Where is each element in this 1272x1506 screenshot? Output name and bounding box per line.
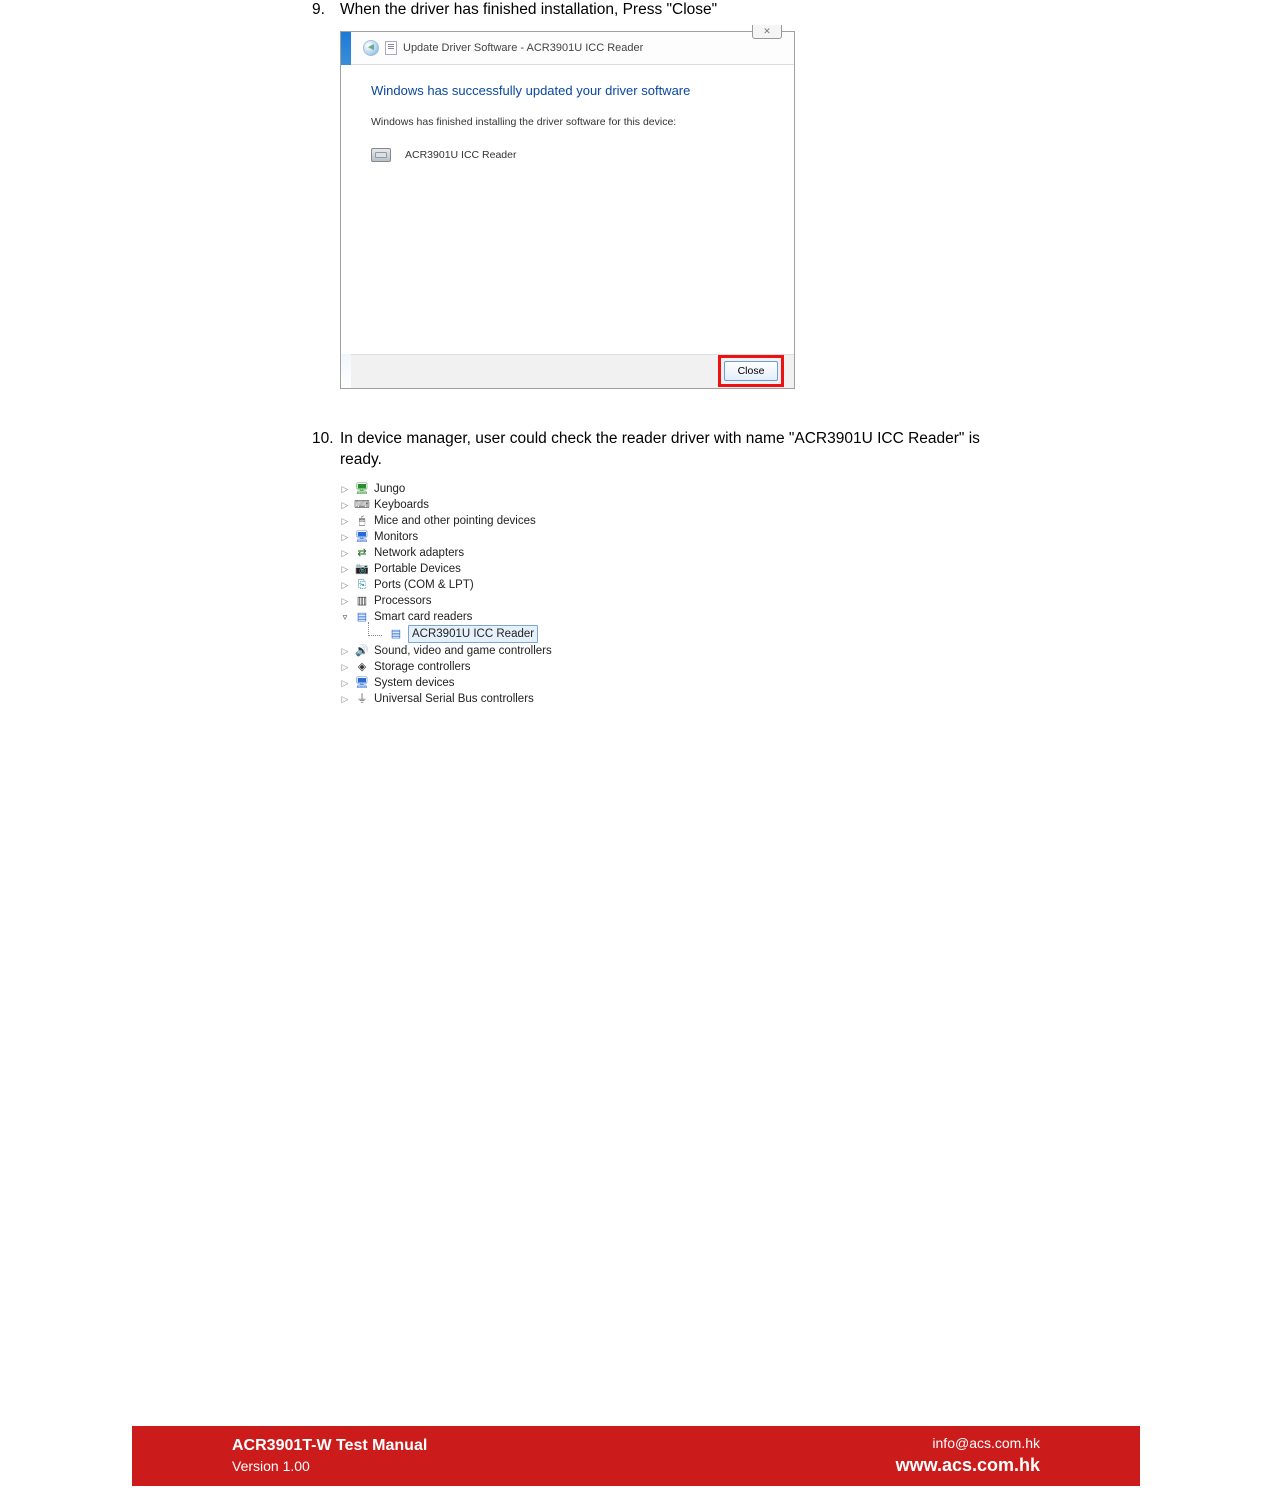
tree-label-selected: ACR3901U ICC Reader — [408, 625, 538, 643]
back-icon[interactable]: ◄ — [363, 40, 379, 56]
expand-icon[interactable]: ▷ — [340, 497, 350, 513]
dialog-success-title: Windows has successfully updated your dr… — [371, 83, 764, 98]
tree-label: Monitors — [374, 529, 418, 545]
expand-icon[interactable]: ▷ — [340, 675, 350, 691]
tree-node-ports[interactable]: ▷ ⎘ Ports (COM & LPT) — [340, 577, 1022, 593]
storage-icon: ◈ — [354, 660, 370, 674]
usb-icon: ⏚ — [354, 692, 370, 706]
tree-label: Ports (COM & LPT) — [374, 577, 474, 593]
dialog-sub-text: Windows has finished installing the driv… — [371, 116, 764, 128]
expand-icon[interactable]: ▷ — [340, 545, 350, 561]
tree-node-acr3901u[interactable]: ▤ ACR3901U ICC Reader — [368, 625, 1022, 643]
tree-label: Smart card readers — [374, 609, 472, 625]
ports-icon: ⎘ — [354, 578, 370, 592]
tree-label: System devices — [374, 675, 455, 691]
footer-right: info@acs.com.hk www.acs.com.hk — [896, 1434, 1040, 1479]
step-10-number: 10. — [312, 429, 340, 471]
dialog-body: Windows has successfully updated your dr… — [341, 65, 794, 354]
device-icon — [371, 148, 391, 162]
step-9-text: When the driver has finished installatio… — [340, 0, 1022, 21]
footer-version: Version 1.00 — [232, 1457, 427, 1477]
expand-icon[interactable]: ▷ — [340, 561, 350, 577]
sound-icon: 🔊 — [354, 644, 370, 658]
page-footer: ACR3901T-W Test Manual Version 1.00 info… — [132, 1426, 1140, 1486]
collapse-icon[interactable]: ▿ — [340, 609, 350, 625]
tree-node-smart-card-readers[interactable]: ▿ ▤ Smart card readers — [340, 609, 1022, 625]
expand-icon[interactable]: ▷ — [340, 529, 350, 545]
dialog-header-text: Update Driver Software - ACR3901U ICC Re… — [403, 42, 643, 54]
network-icon: ⇄ — [354, 546, 370, 560]
system-icon: 🖥 — [354, 676, 370, 690]
processor-icon: ▥ — [354, 594, 370, 608]
tree-label: Mice and other pointing devices — [374, 513, 536, 529]
expand-icon[interactable]: ▷ — [340, 643, 350, 659]
card-reader-icon: ▤ — [388, 627, 404, 641]
portable-icon: 📷 — [354, 562, 370, 576]
tree-node-jungo[interactable]: ▷ 🖥 Jungo — [340, 481, 1022, 497]
tree-label: Network adapters — [374, 545, 464, 561]
tree-node-network[interactable]: ▷ ⇄ Network adapters — [340, 545, 1022, 561]
monitor-icon: 🖥 — [354, 530, 370, 544]
mouse-icon: 🖱 — [354, 514, 370, 528]
tree-connector — [368, 622, 382, 636]
step-10: 10. In device manager, user could check … — [312, 429, 1022, 471]
expand-icon[interactable]: ▷ — [340, 577, 350, 593]
tree-node-usb[interactable]: ▷ ⏚ Universal Serial Bus controllers — [340, 691, 1022, 707]
tree-node-portable[interactable]: ▷ 📷 Portable Devices — [340, 561, 1022, 577]
tree-node-system[interactable]: ▷ 🖥 System devices — [340, 675, 1022, 691]
tree-node-mice[interactable]: ▷ 🖱 Mice and other pointing devices — [340, 513, 1022, 529]
document-icon — [385, 41, 397, 55]
window-close-icon[interactable]: ✕ — [752, 25, 782, 39]
tree-label: Storage controllers — [374, 659, 471, 675]
tree-label: Keyboards — [374, 497, 429, 513]
driver-update-dialog: ✕ ◄ Update Driver Software - ACR3901U IC… — [340, 31, 795, 389]
step-9-number: 9. — [312, 0, 340, 21]
tree-label: Processors — [374, 593, 432, 609]
footer-spacer — [132, 1486, 1140, 1506]
expand-icon[interactable]: ▷ — [340, 659, 350, 675]
footer-title: ACR3901T-W Test Manual — [232, 1435, 427, 1457]
device-name: ACR3901U ICC Reader — [405, 149, 516, 161]
close-button-highlight: Close — [718, 355, 784, 387]
step-10-text: In device manager, user could check the … — [340, 429, 1022, 471]
footer-email: info@acs.com.hk — [896, 1434, 1040, 1454]
footer-url: www.acs.com.hk — [896, 1453, 1040, 1478]
close-button[interactable]: Close — [724, 361, 778, 381]
tree-node-monitors[interactable]: ▷ 🖥 Monitors — [340, 529, 1022, 545]
dialog-footer: Close — [341, 354, 794, 388]
footer-left: ACR3901T-W Test Manual Version 1.00 — [232, 1435, 427, 1477]
expand-icon[interactable]: ▷ — [340, 513, 350, 529]
keyboard-icon: ⌨ — [354, 498, 370, 512]
dialog-header: ◄ Update Driver Software - ACR3901U ICC … — [341, 32, 794, 65]
tree-label: Portable Devices — [374, 561, 461, 577]
device-manager-tree: ▷ 🖥 Jungo ▷ ⌨ Keyboards ▷ 🖱 Mice and oth… — [340, 481, 1022, 707]
tree-label: Universal Serial Bus controllers — [374, 691, 534, 707]
tree-node-storage[interactable]: ▷ ◈ Storage controllers — [340, 659, 1022, 675]
device-row: ACR3901U ICC Reader — [371, 148, 764, 162]
expand-icon[interactable]: ▷ — [340, 691, 350, 707]
tree-label: Sound, video and game controllers — [374, 643, 552, 659]
tree-label: Jungo — [374, 481, 405, 497]
tree-node-processors[interactable]: ▷ ▥ Processors — [340, 593, 1022, 609]
expand-icon[interactable]: ▷ — [340, 481, 350, 497]
tree-node-keyboards[interactable]: ▷ ⌨ Keyboards — [340, 497, 1022, 513]
jungo-icon: 🖥 — [354, 482, 370, 496]
tree-node-sound[interactable]: ▷ 🔊 Sound, video and game controllers — [340, 643, 1022, 659]
step-9: 9. When the driver has finished installa… — [312, 0, 1022, 21]
expand-icon[interactable]: ▷ — [340, 593, 350, 609]
